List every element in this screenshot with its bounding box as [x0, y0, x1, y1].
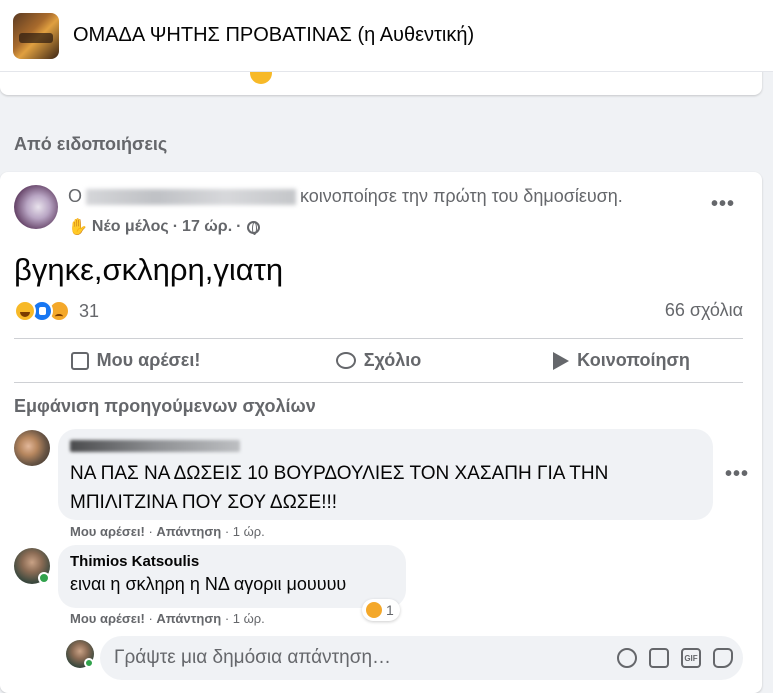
emoji-icon[interactable] [617, 648, 637, 668]
comment-button[interactable]: Σχόλιο [257, 339, 500, 382]
gif-icon[interactable]: GIF [681, 648, 701, 668]
thumbs-up-icon [70, 351, 89, 370]
comment-reply-link[interactable]: Απάντηση [156, 611, 221, 626]
comment-count[interactable]: 66 σχόλια [665, 300, 743, 321]
comment-icon [335, 352, 356, 369]
sticker-icon[interactable] [713, 648, 733, 668]
comment-meta: Μου αρέσει! · Απάντηση · 1 ώρ. [70, 524, 265, 539]
reaction-count[interactable]: 31 [79, 301, 99, 322]
new-member-badge[interactable]: Νέο μέλος [92, 218, 169, 236]
separator: · [172, 218, 179, 235]
separator: · [236, 218, 242, 235]
reaction-summary[interactable]: 31 [14, 300, 99, 322]
online-indicator [38, 572, 50, 584]
reply-tools: GIF [617, 648, 733, 668]
comment-label: Σχόλιο [363, 350, 422, 370]
comment-reaction-count: 1 [386, 602, 394, 618]
reply-box[interactable]: GIF [100, 636, 743, 680]
comment-more-button[interactable]: ••• [725, 463, 749, 486]
group-header: ΟΜΑΔΑ ΨΗΤΗΣ ΠΡΟΒΑΤΙΝΑΣ (η Αυθεντική) [0, 0, 773, 72]
reply-input[interactable] [114, 647, 584, 669]
comment-like-link[interactable]: Μου αρέσει! [70, 524, 145, 539]
share-icon [553, 351, 570, 370]
author-avatar[interactable] [14, 185, 58, 229]
comment-meta: Μου αρέσει! · Απάντηση · 1 ώρ. [70, 611, 265, 626]
author-name-redacted[interactable] [86, 189, 297, 206]
author-action: κοινοποίησε την πρώτη του δημοσίευση. [300, 186, 623, 206]
like-button[interactable]: Μου αρέσει! [14, 339, 257, 382]
author-prefix: Ο [68, 186, 83, 206]
commenter-name[interactable]: Thimios Katsoulis [70, 553, 394, 570]
like-label: Μου αρέσει! [96, 350, 201, 370]
comment-like-link[interactable]: Μου αρέσει! [70, 611, 145, 626]
comment-text: ειναι η σκληρη η ΝΔ αγοριι μουυυυ [70, 574, 347, 594]
author-line: Οκοινοποίησε την πρώτη του δημοσίευση. [68, 186, 623, 207]
post-time[interactable]: 17 ώρ. [182, 218, 232, 236]
post-actions: Μου αρέσει! Σχόλιο Κοινοποίηση [14, 338, 743, 383]
new-member-icon: ✋ [68, 219, 88, 236]
haha-reaction-icon [14, 300, 36, 322]
comment-time[interactable]: 1 ώρ. [233, 611, 265, 626]
globe-icon [247, 220, 261, 235]
post-more-button[interactable]: ••• [711, 193, 735, 216]
share-label: Κοινοποίηση [577, 350, 690, 370]
comment-bubble: Thimios Katsoulis ειναι η σκληρη η ΝΔ αγ… [58, 545, 406, 608]
share-button[interactable]: Κοινοποίηση [500, 339, 743, 382]
online-indicator [84, 658, 94, 668]
commenter-name-redacted[interactable] [70, 440, 240, 452]
commenter-avatar[interactable] [14, 430, 50, 466]
section-label: Από ειδοποιήσεις [14, 134, 168, 154]
comment-reactions[interactable]: 1 [362, 599, 400, 621]
comment-reply-link[interactable]: Απάντηση [156, 524, 221, 539]
group-thumbnail[interactable] [13, 12, 59, 59]
comment-text: ΝΑ ΠΑΣ ΝΑ ΔΩΣΕΙΣ 10 ΒΟΥΡΔΟΥΛΙΕΣ ΤΟΝ ΧΑΣΑ… [70, 463, 609, 513]
comment-time[interactable]: 1 ώρ. [233, 524, 265, 539]
camera-icon[interactable] [649, 648, 669, 668]
comment-bubble: ΝΑ ΠΑΣ ΝΑ ΔΩΣΕΙΣ 10 ΒΟΥΡΔΟΥΛΙΕΣ ΤΟΝ ΧΑΣΑ… [58, 429, 713, 520]
post-text: βγηκε,σκληρη,γιατη [14, 252, 284, 287]
group-name[interactable]: ΟΜΑΔΑ ΨΗΤΗΣ ΠΡΟΒΑΤΙΝΑΣ (η Αυθεντική) [73, 24, 474, 47]
show-previous-comments[interactable]: Εμφάνιση προηγούμενων σχολίων [14, 396, 316, 417]
post-meta: ✋ Νέο μέλος · 17 ώρ. · [68, 217, 261, 237]
wow-reaction-icon [366, 602, 382, 618]
